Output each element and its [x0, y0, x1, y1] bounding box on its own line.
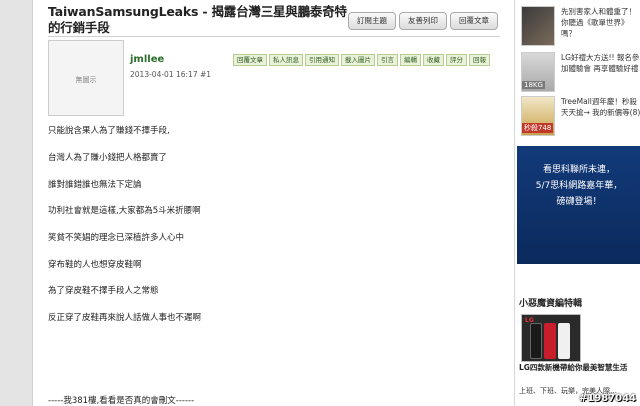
rate-button[interactable]: 評分 — [446, 54, 467, 66]
forum-page: TaiwanSamsungLeaks - 揭露台灣三星與鵬泰奇特的行銷手段 訂閱… — [0, 0, 640, 406]
phone-image — [530, 323, 542, 359]
promo-banner[interactable]: 看思科聯所未連， 5/7思科網路嘉年華， 磅礴登場！ — [517, 146, 640, 264]
ad-text[interactable]: 先別害家人和體重了！你聽過《歌單世界》嗎？ — [561, 6, 640, 39]
avatar[interactable]: 無圖示 — [48, 40, 124, 116]
ad-text[interactable]: TreeMall週年慶！秒殺天天搶→ 我的新價等(8) — [561, 96, 640, 118]
ad-capacity-label: 18KG — [522, 81, 545, 89]
promo-line: 磅礴登場！ — [556, 197, 602, 207]
post-line: 功利社會就是這樣,大家都為5斗米折腰啊 — [48, 206, 201, 216]
post-footer-note: -----我381樓,看看是否真的會刪文------ — [48, 396, 195, 406]
post-line: 笑貧不笑娼的理念已深植許多人心中 — [48, 233, 185, 243]
print-friendly-button[interactable]: 友善列印 — [399, 12, 447, 30]
promo-line: 看思科聯所未連， — [542, 165, 615, 175]
post-action-bar: 回覆文章 私人訊息 引用通知 載入圖片 引言 編輯 收藏 評分 回報 — [233, 54, 492, 66]
subscribe-thread-button[interactable]: 訂閱主題 — [348, 12, 396, 30]
promo-line: 5/7思科網路嘉年華， — [535, 181, 623, 191]
phone-image — [558, 323, 570, 359]
quote-notify-button[interactable]: 引用通知 — [305, 54, 339, 66]
private-message-button[interactable]: 私人訊息 — [269, 54, 303, 66]
right-sidebar: 先別害家人和體重了！你聽過《歌單世界》嗎？ 18KG LG好禮大方送!! 報名參… — [514, 0, 640, 406]
post-line: 誰對誰錯誰也無法下定論 — [48, 180, 142, 190]
post-column: TaiwanSamsungLeaks - 揭露台灣三星與鵬泰奇特的行銷手段 訂閱… — [40, 0, 506, 406]
title-divider — [48, 36, 500, 37]
phone-promo-thumbnail[interactable]: LG — [521, 314, 581, 362]
thread-toolbar: 訂閱主題 友善列印 回覆文章 — [348, 12, 501, 30]
quote-button[interactable]: 引言 — [377, 54, 398, 66]
left-gutter — [0, 0, 33, 406]
reply-post-button[interactable]: 回覆文章 — [233, 54, 267, 66]
post-username[interactable]: jmllee — [130, 54, 164, 65]
load-images-button[interactable]: 載入圖片 — [341, 54, 375, 66]
post-line: 反正穿了皮鞋再來說人話做人事也不遲啊 — [48, 313, 202, 323]
ad-text[interactable]: LG好禮大方送!! 報名參加體驗會 再享體驗好禮 — [561, 52, 640, 74]
favorite-button[interactable]: 收藏 — [423, 54, 444, 66]
ad-thumbnail: 秒殺748 — [521, 96, 555, 136]
sidebar-section-title: 小惡魔資編特輯 — [519, 299, 583, 309]
watermark: #1987044 — [578, 393, 636, 404]
thread-title: TaiwanSamsungLeaks - 揭露台灣三星與鵬泰奇特的行銷手段 — [48, 4, 347, 35]
sidebar-article-title[interactable]: LG四款新機帶給你最美智慧生活 — [519, 362, 637, 374]
washing-machine-thumbnail: 18KG — [521, 52, 555, 92]
sidebar-ad[interactable]: 秒殺748 TreeMall週年慶！秒殺天天搶→ 我的新價等(8) — [521, 96, 640, 140]
sidebar-ad[interactable]: 18KG LG好禮大方送!! 報名參加體驗會 再享體驗好禮 — [521, 52, 639, 96]
post-line: 只能說含果人為了賺錢不擇手段, — [48, 126, 170, 136]
post-meta: 2013-04-01 16:17 #1 — [130, 70, 212, 79]
post-line: 穿布鞋的人也想穿皮鞋啊 — [48, 260, 142, 270]
promo-text: 看思科聯所未連， 5/7思科網路嘉年華， 磅礴登場！ — [517, 162, 640, 210]
reply-thread-button[interactable]: 回覆文章 — [450, 12, 498, 30]
post-line: 為了穿皮鞋不擇手段人之常態 — [48, 286, 159, 296]
ad-thumbnail — [521, 6, 555, 46]
post-line: 台灣人為了賺小錢把人格都賣了 — [48, 153, 168, 163]
avatar-placeholder-label: 無圖示 — [75, 76, 97, 84]
sidebar-ad[interactable]: 先別害家人和體重了！你聽過《歌單世界》嗎？ — [521, 6, 639, 50]
ad-price-badge: 秒殺748 — [522, 123, 554, 133]
report-button[interactable]: 回報 — [469, 54, 490, 66]
edit-button[interactable]: 編輯 — [400, 54, 421, 66]
phone-image — [544, 323, 556, 359]
